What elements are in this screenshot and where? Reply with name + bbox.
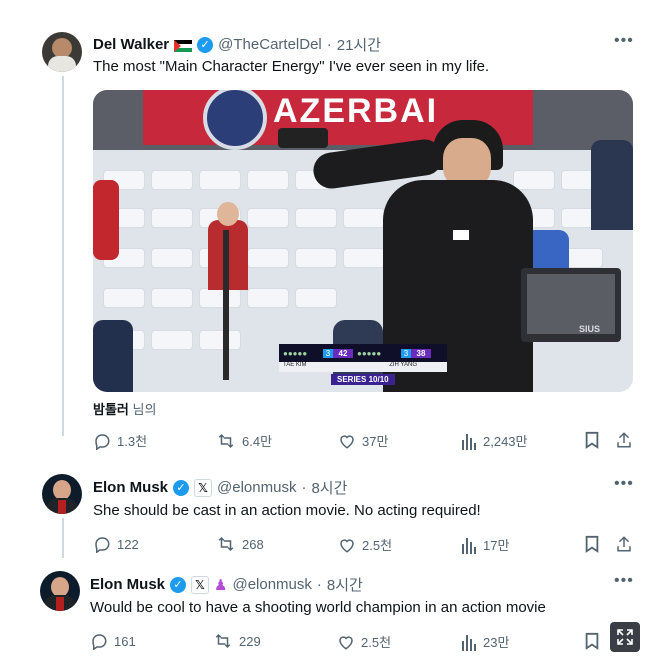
tweet-time[interactable]: 8시간	[311, 477, 347, 498]
reply-icon	[95, 537, 110, 553]
avatar-del-walker[interactable]	[42, 32, 82, 72]
author-handle[interactable]: @TheCartelDel	[218, 36, 322, 53]
author-name[interactable]: Elon Musk	[93, 479, 168, 496]
bookmark-button[interactable]	[584, 535, 600, 553]
verified-icon: ✓	[170, 576, 187, 593]
views-button[interactable]: 23만	[461, 632, 509, 651]
verified-icon: ✓	[197, 36, 214, 53]
affiliate-icon: ♟	[214, 576, 228, 594]
retweet-button[interactable]: 6.4만	[216, 431, 272, 450]
like-button[interactable]: 2.5천	[338, 535, 392, 554]
media-caption: 밤톨러 님의	[93, 402, 157, 417]
share-button[interactable]	[615, 431, 633, 449]
views-button[interactable]: 2,243만	[461, 431, 528, 450]
reply-button[interactable]: 1.3천	[93, 431, 147, 450]
author-handle[interactable]: @elonmusk	[217, 479, 296, 496]
reply-button[interactable]: 161	[90, 632, 136, 650]
more-icon[interactable]: •••	[614, 572, 634, 590]
author-handle[interactable]: @elonmusk	[232, 576, 311, 593]
x-logo-icon: 𝕏	[191, 575, 210, 594]
avatar-elon-musk[interactable]	[40, 571, 80, 611]
tweet-text: The most "Main Character Energy" I've ev…	[93, 58, 490, 75]
x-logo-icon: 𝕏	[194, 478, 213, 497]
more-icon[interactable]: •••	[614, 475, 634, 493]
tweet-time[interactable]: 8시간	[327, 574, 363, 595]
views-button[interactable]: 17만	[461, 535, 509, 554]
bookmark-icon	[585, 535, 599, 553]
share-button[interactable]	[615, 535, 633, 553]
views-icon	[462, 537, 476, 554]
author-name[interactable]: Elon Musk	[90, 576, 165, 593]
bookmark-button[interactable]	[584, 431, 600, 449]
tweet-text: She should be cast in an action movie. N…	[93, 502, 481, 519]
views-icon	[462, 433, 476, 450]
verified-icon: ✓	[173, 479, 190, 496]
dot-separator: ·	[316, 576, 322, 593]
more-icon[interactable]: •••	[614, 32, 634, 50]
share-icon	[617, 432, 631, 448]
like-icon	[340, 434, 354, 449]
like-icon	[339, 635, 353, 650]
reply-icon	[92, 634, 107, 650]
share-icon	[617, 536, 631, 552]
expand-icon	[617, 629, 633, 645]
retweet-button[interactable]: 268	[216, 535, 264, 553]
banner-text: AZERBAI	[273, 92, 439, 130]
avatar-elon-musk[interactable]	[42, 474, 82, 514]
retweet-icon	[218, 433, 234, 448]
series-label: SERIES 10/10	[331, 374, 395, 385]
bookmark-button[interactable]	[584, 632, 600, 650]
score-monitor: SIUS	[521, 268, 621, 342]
tweet-text: Would be cool to have a shooting world c…	[90, 599, 546, 616]
retweet-icon	[218, 536, 234, 552]
bookmark-icon	[585, 431, 599, 449]
bookmark-icon	[585, 632, 599, 650]
retweet-icon	[215, 633, 231, 649]
views-icon	[462, 634, 476, 651]
dot-separator: ·	[301, 479, 307, 496]
expand-button[interactable]	[610, 622, 640, 652]
dot-separator: ·	[326, 36, 332, 53]
score-overlay: ●●●●● 3 42 ●●●●● 3 38	[279, 344, 447, 362]
tweet-media-image[interactable]: AZERBAI SIUS ●●●●● 3 42 ●●●●● 3 38 TAE K…	[93, 90, 633, 392]
author-name[interactable]: Del Walker	[93, 36, 169, 53]
reply-button[interactable]: 122	[93, 535, 139, 553]
like-icon	[340, 538, 354, 553]
thread-line	[62, 76, 64, 436]
like-button[interactable]: 37만	[338, 431, 388, 450]
thread-line	[62, 518, 64, 558]
palestine-flag-icon	[174, 39, 193, 52]
tweet-time[interactable]: 21시간	[337, 34, 381, 55]
retweet-button[interactable]: 229	[213, 632, 261, 650]
reply-icon	[95, 433, 110, 450]
like-button[interactable]: 2.5천	[337, 632, 391, 651]
